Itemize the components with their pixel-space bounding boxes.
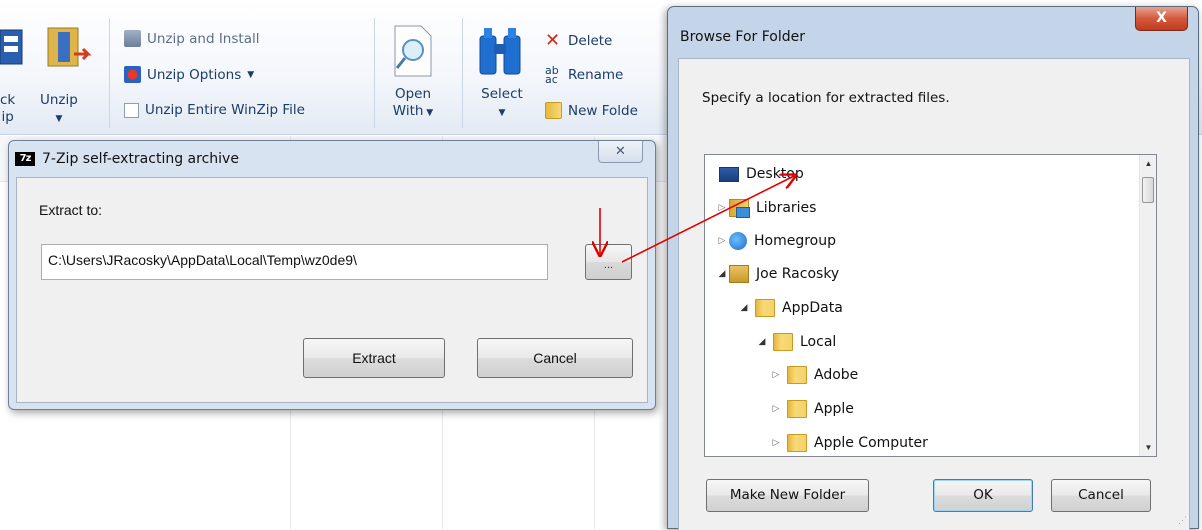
browse-for-folder-dialog: Browse For Folder X Specify a location f… <box>667 6 1199 530</box>
extract-path-field[interactable]: C:\Users\JRacosky\AppData\Local\Temp\wz0… <box>41 244 548 280</box>
new-folder-icon <box>545 102 562 119</box>
tree-item-homegroup[interactable]: ▷ Homegroup <box>719 228 836 254</box>
tree-item-desktop[interactable]: Desktop <box>719 161 804 187</box>
browse-close-button[interactable]: X <box>1135 7 1188 31</box>
expand-arrow-icon[interactable]: ▷ <box>769 370 783 380</box>
extract-to-label: Extract to: <box>39 202 103 218</box>
zip-dialog-body: Extract to: C:\Users\JRacosky\AppData\Lo… <box>16 177 648 403</box>
unzip-entire-checkbox[interactable]: Unzip Entire WinZip File <box>124 102 305 118</box>
user-folder-icon <box>729 265 749 283</box>
chevron-down-icon: ▼ <box>247 69 255 80</box>
rename-button[interactable]: ab ac Rename <box>545 64 623 86</box>
folder-icon <box>787 400 807 418</box>
seven-zip-dialog: 7z 7-Zip self-extracting archive ✕ Extra… <box>8 140 656 410</box>
scroll-thumb[interactable] <box>1142 177 1154 203</box>
zip-cancel-button[interactable]: Cancel <box>477 338 633 378</box>
scroll-up-icon[interactable]: ▲ <box>1140 155 1156 172</box>
folder-icon <box>755 299 775 317</box>
rename-icon: ab ac <box>545 64 559 86</box>
zip-close-button[interactable]: ✕ <box>598 141 643 163</box>
ribbon-separator <box>462 18 463 128</box>
open-with-icon <box>394 25 432 77</box>
expand-arrow-icon[interactable]: ▷ <box>715 203 729 213</box>
tree-item-adobe[interactable]: ▷ Adobe <box>769 362 858 388</box>
scroll-down-icon[interactable]: ▼ <box>1140 439 1156 456</box>
unzip-button[interactable]: Unzip ▼ <box>40 92 78 128</box>
unzip-icons <box>0 27 92 67</box>
browse-button[interactable]: ... <box>585 244 632 280</box>
extract-button[interactable]: Extract <box>303 338 445 378</box>
desktop-icon <box>719 166 739 182</box>
unzip-and-install-button[interactable]: Unzip and Install <box>124 30 259 47</box>
make-new-folder-button[interactable]: Make New Folder <box>706 479 869 512</box>
tree-item-apple-computer[interactable]: ▷ Apple Computer <box>769 430 928 456</box>
unzip-options-button[interactable]: Unzip Options ▼ <box>124 66 254 83</box>
checkbox-icon[interactable] <box>124 102 139 118</box>
expand-arrow-icon[interactable]: ▷ <box>769 438 783 448</box>
zip-titlebar[interactable]: 7z 7-Zip self-extracting archive ✕ <box>9 141 655 177</box>
collapse-arrow-icon[interactable]: ◢ <box>737 303 751 313</box>
browse-dialog-body: Specify a location for extracted files. … <box>678 58 1190 530</box>
collapse-arrow-icon[interactable]: ◢ <box>755 337 769 347</box>
open-with-button[interactable]: Open With ▼ <box>388 86 438 122</box>
expand-arrow-icon[interactable]: ▷ <box>715 236 729 246</box>
tree-scrollbar[interactable]: ▲ ▼ <box>1139 155 1156 456</box>
collapse-arrow-icon[interactable]: ◢ <box>715 269 729 279</box>
options-icon <box>124 66 141 83</box>
delete-x-icon: ✕ <box>545 30 561 51</box>
homegroup-icon <box>729 232 747 250</box>
browse-dialog-title: Browse For Folder <box>680 29 806 45</box>
ok-button[interactable]: OK <box>933 479 1033 512</box>
ribbon-partial-button-label[interactable]: ck ip <box>0 92 15 126</box>
folder-tree[interactable]: Desktop ▷ Libraries ▷ Homegroup ◢ Joe Ra… <box>704 154 1157 457</box>
tree-item-apple[interactable]: ▷ Apple <box>769 396 854 422</box>
select-button[interactable]: Select ▼ <box>476 86 528 122</box>
tree-item-appdata[interactable]: ◢ AppData <box>737 295 843 321</box>
zip-dialog-title: 7-Zip self-extracting archive <box>42 151 239 167</box>
folder-icon <box>787 434 807 452</box>
binoculars-icon <box>479 28 521 75</box>
browse-cancel-button[interactable]: Cancel <box>1051 479 1151 512</box>
resize-grip-icon[interactable]: ⋰ <box>1178 515 1187 526</box>
expand-arrow-icon[interactable]: ▷ <box>769 404 783 414</box>
libraries-icon <box>729 199 750 218</box>
tree-item-libraries[interactable]: ▷ Libraries <box>719 195 816 221</box>
folder-icon <box>787 366 807 384</box>
seven-zip-icon: 7z <box>15 152 35 166</box>
tree-item-joe-racosky[interactable]: ◢ Joe Racosky <box>719 261 839 287</box>
ribbon-separator <box>374 18 375 128</box>
new-folder-button[interactable]: New Folde <box>545 102 638 119</box>
delete-button[interactable]: ✕ Delete <box>545 30 612 51</box>
install-icon <box>124 30 141 47</box>
ribbon-separator <box>109 18 110 128</box>
tree-item-local[interactable]: ◢ Local <box>755 329 836 355</box>
folder-icon <box>773 333 793 351</box>
browse-instruction: Specify a location for extracted files. <box>702 90 950 106</box>
